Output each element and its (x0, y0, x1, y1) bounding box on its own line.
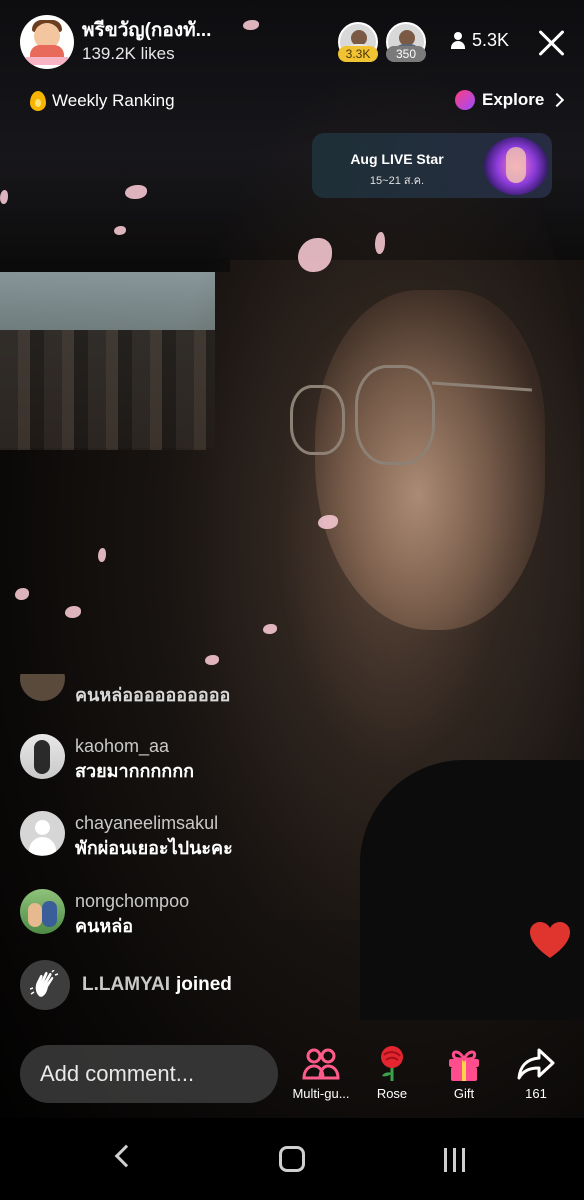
chat-username[interactable]: nongchompoo (75, 889, 189, 913)
petal-effect (65, 606, 81, 618)
explore-icon (455, 90, 475, 110)
multi-guest-icon (288, 1045, 354, 1083)
share-arrow-icon (503, 1045, 569, 1083)
chat-text: คนหล่อ (75, 916, 134, 936)
gift-label: Gift (453, 1086, 475, 1101)
close-button[interactable] (534, 26, 568, 60)
gift-button[interactable]: Gift (431, 1045, 497, 1101)
chat-text: สวยมากกกกกก (75, 761, 195, 781)
host-info: พรีขวัญ(กองทั... 139.2K likes (82, 19, 211, 65)
weekly-ranking-button[interactable]: Weekly Ranking (30, 91, 175, 111)
top-viewer-badge: 350 (386, 46, 426, 62)
host-name: พรีขวัญ(กองทั... (82, 20, 212, 41)
person-icon (450, 31, 466, 50)
glasses-left-lens (290, 385, 345, 455)
flame-icon (30, 91, 46, 111)
gift-icon (431, 1045, 497, 1083)
recent-apps-icon[interactable] (442, 1146, 468, 1172)
chat-message: คนหล่ออออออออออ (20, 674, 230, 714)
petal-effect (15, 588, 29, 600)
petal-effect (98, 548, 106, 562)
explore-label: Explore (482, 90, 545, 109)
weekly-ranking-label: Weekly Ranking (52, 91, 175, 110)
top-viewer-badge: 3.3K (338, 46, 378, 62)
home-icon[interactable] (279, 1146, 305, 1172)
live-star-banner[interactable]: Aug LIVE Star 15~21 ส.ค. (312, 133, 552, 198)
chat-message: nongchompoo คนหล่อ (20, 889, 189, 939)
viewer-count[interactable]: 5.3K (450, 30, 509, 51)
viewer-count-value: 5.3K (472, 30, 510, 50)
joined-username[interactable]: L.LAMYAI (82, 974, 170, 996)
multi-guest-label: Multi-gu... (292, 1086, 350, 1101)
comment-input[interactable]: Add comment... (20, 1045, 278, 1103)
chat-text: คนหล่ออออออออออ (75, 685, 231, 705)
explore-button[interactable]: Explore (455, 90, 565, 110)
chat-avatar[interactable] (20, 674, 65, 701)
wave-hand-icon (20, 960, 70, 1010)
chat-message: kaohom_aa สวยมากกกกกก (20, 734, 194, 784)
rose-icon (359, 1045, 425, 1083)
chat-text: พักผ่อนเยอะไปนะคะ (75, 838, 233, 858)
rose-label: Rose (376, 1086, 408, 1101)
multi-guest-button[interactable]: Multi-gu... (288, 1045, 354, 1101)
banner-artwork (484, 137, 548, 195)
glasses-right-lens (355, 365, 435, 465)
chat-message: chayaneelimsakul พักผ่อนเยอะไปนะคะ (20, 811, 233, 861)
banner-title: Aug LIVE Star (350, 151, 444, 167)
host-avatar[interactable] (20, 15, 74, 69)
back-icon[interactable] (114, 1144, 138, 1168)
join-notification: L.LAMYAI joined (20, 960, 232, 1010)
chat-username[interactable]: chayaneelimsakul (75, 811, 233, 835)
joined-text: joined (175, 974, 232, 995)
like-heart-icon[interactable] (528, 920, 572, 960)
streamer-shirt (360, 760, 584, 1020)
banner-date: 15~21 ส.ค. (369, 175, 425, 187)
share-count: 161 (525, 1086, 547, 1101)
chevron-right-icon (550, 92, 565, 108)
chat-avatar[interactable] (20, 889, 65, 934)
host-profile[interactable]: พรีขวัญ(กองทั... 139.2K likes (20, 15, 211, 69)
streamer-face (315, 290, 545, 630)
chat-username[interactable]: kaohom_aa (75, 734, 194, 758)
system-navigation-bar (0, 1118, 584, 1200)
host-likes: 139.2K likes (82, 44, 175, 63)
chat-avatar[interactable] (20, 734, 65, 779)
chat-avatar[interactable] (20, 811, 65, 856)
rose-gift-button[interactable]: Rose (359, 1045, 425, 1101)
share-button[interactable]: 161 (503, 1045, 569, 1101)
